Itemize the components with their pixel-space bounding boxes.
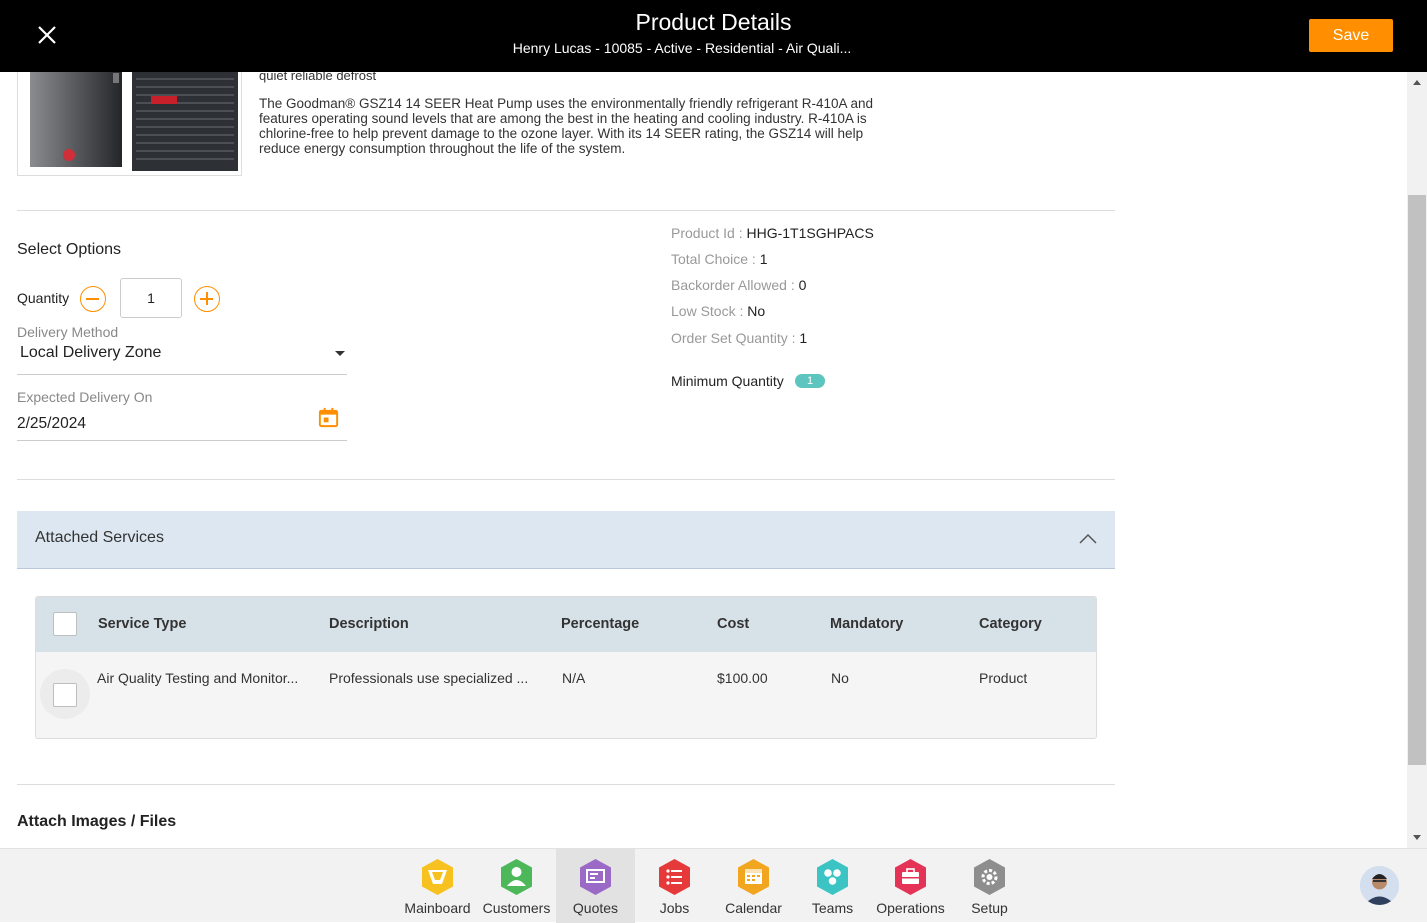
divider	[17, 479, 1115, 480]
scrollbar-thumb[interactable]	[1408, 195, 1426, 765]
calendar-icon	[738, 859, 769, 895]
column-header[interactable]: Cost	[717, 616, 749, 632]
decrease-quantity-button[interactable]	[80, 286, 106, 312]
column-header[interactable]: Category	[979, 616, 1042, 632]
save-button[interactable]: Save	[1309, 19, 1393, 52]
percentage-cell: N/A	[562, 670, 586, 686]
product-id-row: Product Id : HHG-1T1SGHPACS	[671, 225, 874, 241]
column-header[interactable]: Description	[329, 616, 409, 632]
jobs-icon	[659, 859, 690, 895]
row-checkbox[interactable]	[53, 683, 77, 707]
low-stock-row: Low Stock : No	[671, 303, 766, 319]
nav-item-calendar[interactable]: Calendar	[714, 849, 793, 923]
minimum-quantity-label: Minimum Quantity	[671, 373, 784, 389]
caret-down-icon	[335, 351, 345, 356]
increase-quantity-button[interactable]	[194, 286, 220, 312]
nav-item-quotes[interactable]: Quotes	[556, 849, 635, 923]
total-choice: 1	[759, 251, 768, 267]
divider	[17, 210, 1115, 211]
page-subtitle: Henry Lucas - 10085 - Active - Residenti…	[512, 40, 852, 56]
scroll-down-arrow-icon[interactable]	[1413, 835, 1421, 840]
table-header: Service Type Description Percentage Cost…	[36, 597, 1096, 652]
product-details-content: quiet reliable defrost The Goodman® GSZ1…	[0, 72, 1407, 848]
page-title: Product Details	[635, 9, 792, 35]
service-type-cell: Air Quality Testing and Monitor...	[97, 670, 299, 686]
order-set-row: Order Set Quantity : 1	[671, 330, 808, 346]
quotes-icon	[580, 859, 611, 895]
operations-icon	[895, 859, 926, 895]
vertical-scrollbar[interactable]	[1407, 72, 1427, 848]
description-cell: Professionals use specialized ...	[329, 670, 529, 686]
expected-delivery-value: 2/25/2024	[17, 415, 86, 432]
order-set-quantity: 1	[799, 330, 808, 346]
nav-item-customers[interactable]: Customers	[477, 849, 556, 923]
backorder-row: Backorder Allowed : 0	[671, 277, 807, 293]
cost-cell: $100.00	[717, 670, 768, 686]
teams-icon	[817, 859, 848, 895]
avatar[interactable]	[1360, 866, 1399, 905]
select-options-heading: Select Options	[17, 241, 122, 258]
column-header[interactable]: Service Type	[98, 616, 186, 632]
minus-icon	[86, 298, 99, 300]
calendar-icon[interactable]	[317, 406, 340, 429]
expected-delivery-label: Expected Delivery On	[17, 389, 153, 405]
services-table: Service Type Description Percentage Cost…	[35, 596, 1097, 739]
category-cell: Product	[979, 670, 1028, 686]
quantity-input[interactable]	[120, 278, 182, 318]
product-description-fragment: quiet reliable defrost	[259, 72, 377, 83]
nav-item-setup[interactable]: Setup	[950, 849, 1029, 923]
chevron-up-icon[interactable]	[1079, 533, 1097, 545]
product-description: The Goodman® GSZ14 14 SEER Heat Pump use…	[259, 96, 874, 156]
expected-delivery-field[interactable]: 2/25/2024	[17, 406, 347, 441]
backorder-allowed: 0	[798, 277, 807, 293]
column-header[interactable]: Mandatory	[830, 616, 903, 632]
customers-icon	[501, 859, 532, 895]
delivery-method-select[interactable]: Local Delivery Zone	[17, 341, 347, 375]
nav-item-operations[interactable]: Operations	[871, 849, 950, 923]
attached-services-title: Attached Services	[35, 529, 164, 546]
user-avatar-image	[1360, 866, 1399, 905]
setup-icon	[974, 859, 1005, 895]
product-id: HHG-1T1SGHPACS	[746, 225, 874, 241]
scroll-up-arrow-icon[interactable]	[1413, 80, 1421, 85]
nav-item-mainboard[interactable]: Mainboard	[398, 849, 477, 923]
total-choice-row: Total Choice : 1	[671, 251, 768, 267]
nav-label: Setup	[971, 900, 1008, 916]
select-all-checkbox[interactable]	[53, 612, 77, 636]
product-image	[17, 72, 242, 176]
heat-pump-illustration	[30, 72, 238, 171]
minimum-quantity-badge: 1	[795, 374, 825, 388]
column-header[interactable]: Percentage	[561, 616, 639, 632]
nav-item-jobs[interactable]: Jobs	[635, 849, 714, 923]
top-bar: Product Details Henry Lucas - 10085 - Ac…	[0, 0, 1427, 72]
delivery-method-label: Delivery Method	[17, 324, 119, 340]
divider	[17, 784, 1115, 785]
attach-files-heading: Attach Images / Files	[17, 813, 177, 830]
quantity-label: Quantity	[17, 290, 70, 306]
low-stock: No	[747, 303, 766, 319]
attached-services-header[interactable]: Attached Services	[17, 511, 1115, 569]
delivery-method-value: Local Delivery Zone	[20, 344, 162, 361]
bottom-navigation: Mainboard Customers Quotes Jobs Calendar…	[0, 848, 1427, 923]
mandatory-cell: No	[831, 670, 849, 686]
mainboard-icon	[422, 859, 453, 895]
